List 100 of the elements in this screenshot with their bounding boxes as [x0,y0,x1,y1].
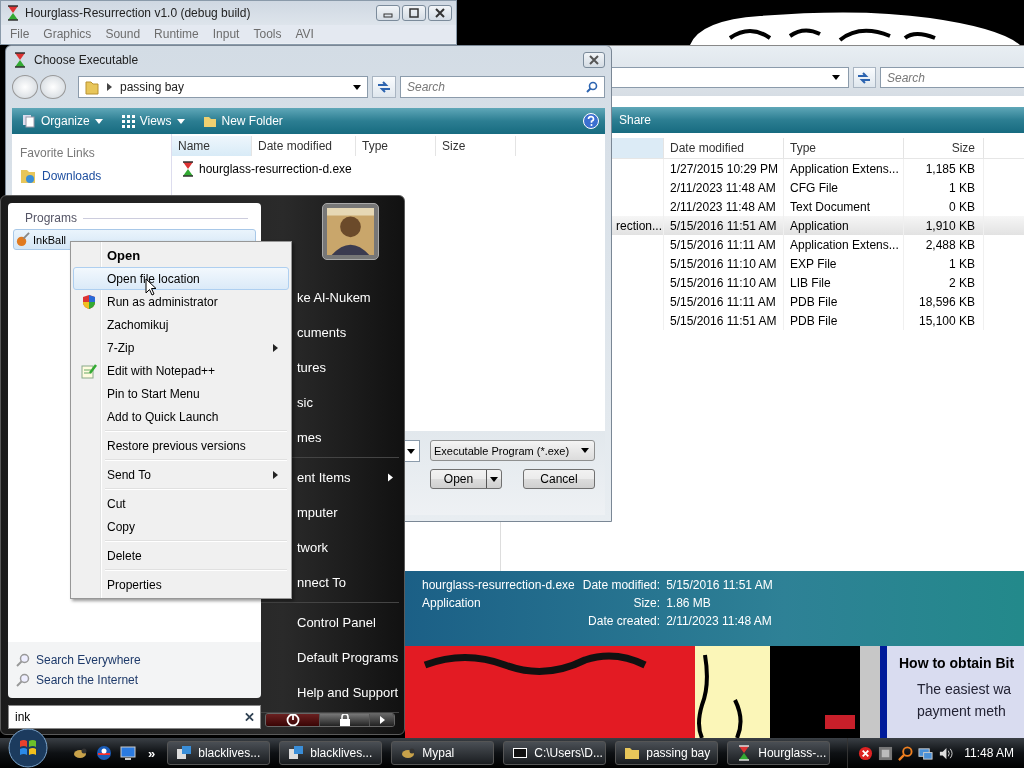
menu-item[interactable]: Zachomikuj [73,313,289,336]
taskbar-button[interactable]: blacklives... [167,741,271,765]
column-header[interactable]: Date modified [252,136,356,156]
share-button[interactable]: Share [615,109,656,131]
minimize-button[interactable] [376,5,400,21]
menu-item[interactable]: Sound [105,27,141,41]
menu-item[interactable]: Copy [73,515,289,538]
menu-item[interactable]: Tools [253,27,282,41]
table-cell: 1/27/2015 10:29 PM [670,161,779,176]
menu-item[interactable]: Input [212,27,240,41]
paragraph-line: payment meth [916,702,1007,721]
table-cell: 1 KB [949,180,975,195]
table-cell: LIB File [790,275,831,290]
refresh-button[interactable] [852,67,876,88]
menu-item[interactable]: Graphics [43,27,92,41]
menu-item[interactable]: 7-Zip [73,336,289,359]
monitor-icon[interactable] [120,745,136,761]
close-button[interactable] [428,5,452,21]
file-name: hourglass-resurrection-d.exe [422,578,575,592]
search-icon [16,653,30,667]
toolbar-button[interactable]: Views [116,110,189,132]
search-field[interactable]: Search [880,67,1024,88]
column-header[interactable]: Type [356,136,436,156]
column-header[interactable]: Size [436,136,516,156]
help-icon[interactable] [583,113,599,129]
maximize-button[interactable] [402,5,426,21]
table-cell: 2/11/2023 11:48 AM [670,199,776,214]
submenu-arrow-icon [273,470,278,479]
menu-item[interactable]: Open file location [73,267,289,290]
taskbar-button[interactable]: C:\Users\D... [503,741,607,765]
column-header[interactable]: Date modified [664,138,784,158]
field-value: 5/15/2016 11:51 AM [666,578,773,592]
power-button[interactable] [266,714,320,726]
split-button[interactable]: Open [430,469,502,489]
taskbar-button[interactable]: passing bay [615,741,719,765]
globe-icon[interactable] [96,745,112,761]
column-header[interactable]: Size [904,138,984,158]
more-options-button[interactable] [370,714,394,726]
list-item[interactable]: hourglass-resurrection-d.exe [199,162,352,176]
lock-button[interactable] [320,714,370,726]
menu-item[interactable]: Edit with Notepad++ [73,359,289,382]
table-cell: PDB File [790,294,838,309]
table-cell: 2/11/2023 11:48 AM [670,180,776,195]
refresh-icon [377,81,391,93]
dialog-button[interactable]: Cancel [523,469,595,489]
monitor-icon[interactable] [918,745,934,761]
folder-icon [202,114,217,128]
caret-icon [176,118,185,124]
search-icon[interactable] [586,81,598,93]
menu-item[interactable]: Properties [73,573,289,596]
field-value: 2/11/2023 11:48 AM [666,614,773,628]
clear-icon[interactable] [245,712,254,722]
caret-icon [407,448,415,454]
address-bar[interactable]: passing bay [78,76,368,98]
favorite-link[interactable]: Downloads [42,169,102,183]
start-menu-item[interactable]: Control Panel [261,605,399,640]
overflow-button[interactable]: » [148,745,156,761]
taskbar-button[interactable]: Hourglass-... [727,741,831,765]
start-menu-item[interactable]: Default Programs [261,640,399,675]
forward-button[interactable] [40,75,66,99]
maximize-icon [409,8,419,18]
search-field[interactable]: ink [8,705,261,729]
search-link[interactable]: Search Everywhere [16,653,261,667]
refresh-button[interactable] [372,76,396,98]
file-type-dropdown[interactable]: Executable Program (*.exe) [430,440,595,461]
start-button[interactable] [8,728,48,768]
toolbar-button[interactable]: Organize [18,110,107,132]
menu-item[interactable]: Pin to Start Menu [73,382,289,405]
lock-icon [338,714,351,726]
start-menu-item[interactable]: Help and Support [261,675,399,710]
network-icon[interactable] [878,745,894,761]
heading: How to obtain Bit [899,655,1016,671]
security-icon[interactable] [858,745,874,761]
toolbar-button[interactable]: New Folder [198,110,287,132]
table-cell: EXP File [790,256,837,271]
menu-item[interactable]: Runtime [154,27,199,41]
menu-item[interactable]: Add to Quick Launch [73,405,289,428]
taskbar-button[interactable]: Mypal [391,741,495,765]
menu-item[interactable]: Restore previous versions [73,434,289,457]
column-header[interactable]: Type [784,138,904,158]
back-button[interactable] [12,75,38,99]
table-cell: rection... [615,218,662,233]
table-cell: Application Extens... [790,161,899,176]
search-link[interactable]: Search the Internet [16,673,261,687]
menu-item[interactable]: Delete [73,544,289,567]
section-title: Programs [25,211,77,225]
menu-item[interactable]: AVI [295,27,314,41]
menu-item[interactable]: Run as administrator [73,290,289,313]
search-field[interactable]: Search [400,76,605,98]
menu-item[interactable]: File [10,27,30,41]
close-button[interactable] [583,52,605,68]
table-cell: 5/15/2016 11:11 AM [670,237,776,252]
caret-icon [490,476,498,482]
caret-icon [831,75,840,80]
table-cell: 2 KB [949,275,975,290]
hourglass-icon [7,5,19,21]
taskbar-button[interactable]: blacklives... [279,741,383,765]
search-icon[interactable] [898,745,914,761]
menu-item[interactable]: Cut [73,492,289,515]
column-header[interactable]: Name [172,136,252,156]
